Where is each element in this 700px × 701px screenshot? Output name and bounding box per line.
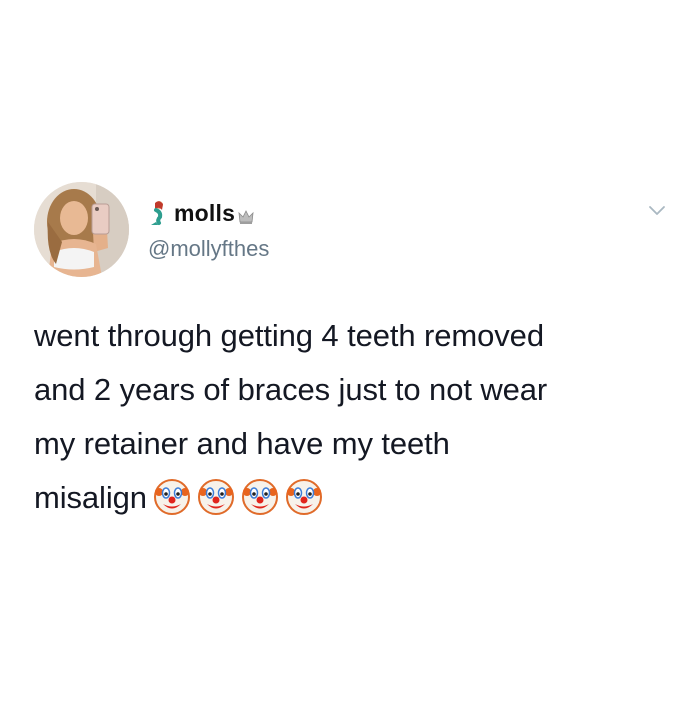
clown-face-icon (285, 479, 322, 515)
mermaid-emoji-icon (151, 201, 163, 225)
user-handle[interactable]: @mollyfthes (148, 236, 269, 262)
tweet-text-line: went through getting 4 teeth removed (34, 318, 544, 353)
tweet-text-last-line: misalign (34, 471, 674, 533)
user-name-row[interactable]: molls (147, 198, 254, 228)
clown-emoji-group (153, 478, 329, 533)
tweet-text-line: misalign (34, 480, 147, 515)
avatar[interactable] (34, 182, 129, 277)
chevron-down-icon[interactable] (646, 200, 668, 222)
clown-face-icon (197, 479, 234, 515)
tweet-text-line: and 2 years of braces just to not wear (34, 372, 548, 407)
crown-emoji-icon (238, 210, 254, 224)
clown-face-icon (153, 479, 190, 515)
display-name: molls (174, 199, 236, 226)
avatar-photo (34, 182, 129, 277)
tweet-text: went through getting 4 teeth removed and… (34, 309, 674, 533)
tweet-card: molls @mollyfthes went through getting 4… (0, 0, 700, 701)
clown-face-icon (241, 479, 278, 515)
tweet-text-line: my retainer and have my teeth (34, 426, 450, 461)
